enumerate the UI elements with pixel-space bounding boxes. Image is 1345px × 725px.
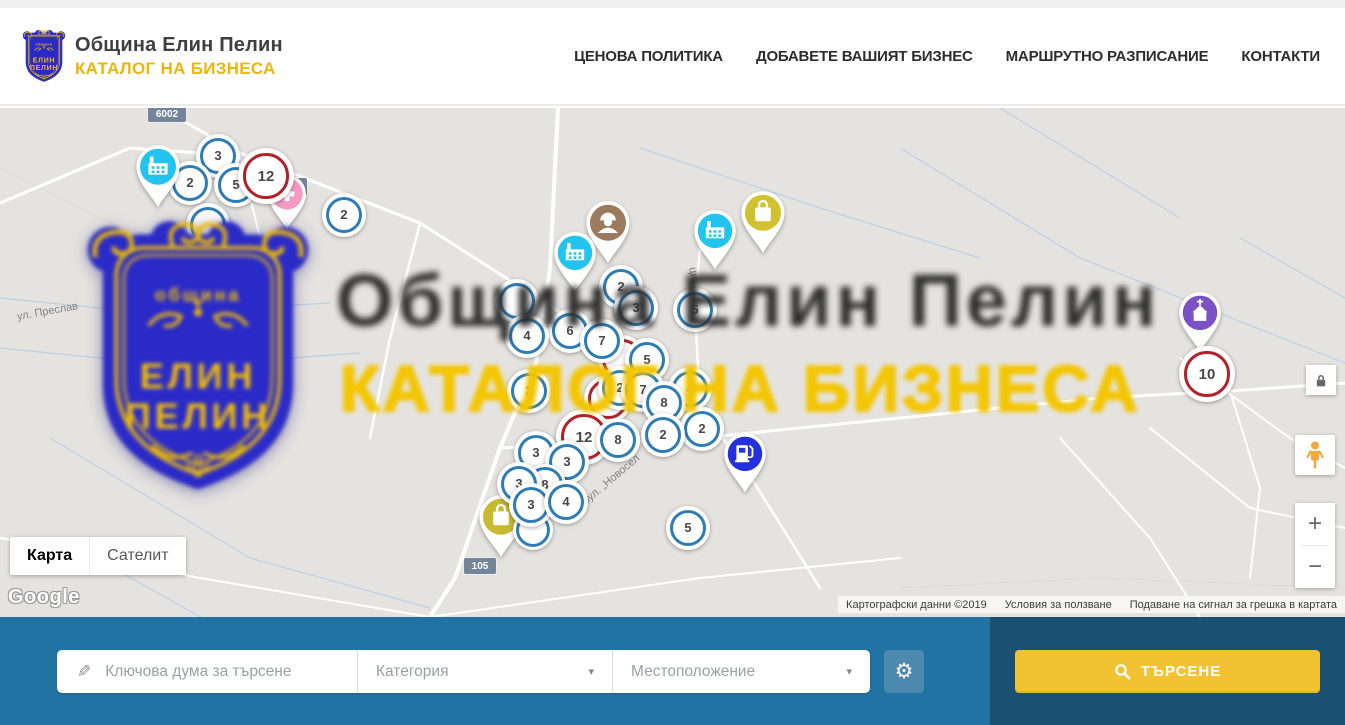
map-cluster[interactable]: 12 bbox=[238, 148, 294, 204]
pegman-button[interactable] bbox=[1295, 435, 1335, 475]
brand-logo[interactable]: община ЕЛИН ПЕЛИН Община Елин Пелин КАТА… bbox=[22, 29, 283, 84]
map-cluster[interactable]: 4 bbox=[544, 480, 588, 524]
map-pin-fuel[interactable] bbox=[720, 429, 771, 495]
map-cluster[interactable]: 5 bbox=[673, 288, 717, 332]
search-button[interactable]: ТЪРСЕНЕ bbox=[1015, 650, 1320, 693]
svg-text:ЕЛИН: ЕЛИН bbox=[33, 57, 55, 64]
location-select[interactable]: Местоположение ▾ bbox=[613, 650, 870, 693]
map-cluster[interactable]: 8 bbox=[596, 418, 640, 462]
map-cluster[interactable]: 2 bbox=[641, 413, 685, 457]
nav-pricing-policy[interactable]: ЦЕНОВА ПОЛИТИКА bbox=[574, 48, 723, 65]
top-strip bbox=[0, 0, 1345, 8]
pegman-icon bbox=[1304, 440, 1326, 470]
zoom-in-button[interactable]: + bbox=[1295, 503, 1335, 545]
location-placeholder: Местоположение bbox=[631, 663, 755, 681]
road-badge: 105 bbox=[464, 558, 496, 574]
map-cluster[interactable]: 3 bbox=[614, 286, 658, 330]
google-logo[interactable]: Google bbox=[8, 586, 80, 609]
terms-of-use-link[interactable]: Условия за ползване bbox=[1005, 599, 1112, 611]
zoom-control: + − bbox=[1295, 503, 1335, 588]
map-view-button[interactable]: Карта bbox=[10, 537, 89, 575]
header: община ЕЛИН ПЕЛИН Община Елин Пелин КАТА… bbox=[0, 8, 1345, 106]
report-map-error-link[interactable]: Подаване на сигнал за грешка в картата bbox=[1130, 599, 1337, 611]
gear-icon: ⚙ bbox=[895, 659, 914, 684]
category-select[interactable]: Категория ▾ bbox=[358, 650, 612, 693]
map-cluster[interactable]: 5 bbox=[666, 506, 710, 550]
zoom-out-button[interactable]: − bbox=[1295, 546, 1335, 588]
brand-subtitle: КАТАЛОГ НА БИЗНЕСА bbox=[75, 59, 283, 79]
search-bar: ✎ Категория ▾ Местоположение ▾ ⚙ bbox=[0, 617, 1345, 725]
nav-add-business[interactable]: ДОБАВЕТЕ ВАШИЯТ БИЗНЕС bbox=[756, 48, 973, 65]
nav-route-schedule[interactable]: МАРШРУТНО РАЗПИСАНИЕ bbox=[1006, 48, 1209, 65]
map-pin-factory[interactable] bbox=[690, 206, 741, 272]
page: община ЕЛИН ПЕЛИН Община Елин Пелин КАТА… bbox=[0, 0, 1345, 725]
svg-text:ПЕЛИН: ПЕЛИН bbox=[30, 65, 58, 72]
category-placeholder: Категория bbox=[376, 663, 448, 681]
map-canvas[interactable]: ул. Преславбул. „Новоселци6002105 325122… bbox=[0, 108, 1345, 617]
map-cluster[interactable]: 4 bbox=[505, 314, 549, 358]
chevron-down-icon: ▾ bbox=[846, 665, 852, 678]
keyword-input[interactable] bbox=[103, 662, 357, 682]
municipality-crest-icon: община ЕЛИН ПЕЛИН bbox=[22, 29, 66, 84]
keyword-field: ✎ bbox=[57, 650, 357, 693]
brand-title: Община Елин Пелин bbox=[75, 34, 283, 57]
map-data-copyright: Картографски данни ©2019 bbox=[846, 599, 987, 611]
map-pin-factory[interactable] bbox=[132, 141, 185, 209]
map-cluster[interactable]: 7 bbox=[580, 319, 624, 363]
map-pin-factory[interactable] bbox=[550, 228, 601, 294]
lock-button[interactable] bbox=[1306, 365, 1336, 395]
map-pin-bag[interactable] bbox=[737, 187, 790, 255]
map-cluster[interactable]: 2 bbox=[322, 193, 366, 237]
road-badge: 6002 bbox=[148, 108, 186, 122]
search-fields: ✎ Категория ▾ Местоположение ▾ bbox=[57, 650, 870, 693]
search-panel: ТЪРСЕНЕ bbox=[990, 617, 1345, 725]
satellite-view-button[interactable]: Сателит bbox=[89, 537, 185, 575]
pencil-icon: ✎ bbox=[77, 662, 91, 682]
lock-icon bbox=[1314, 373, 1328, 388]
main-nav: ЦЕНОВА ПОЛИТИКА ДОБАВЕТЕ ВАШИЯТ БИЗНЕС М… bbox=[574, 48, 1320, 65]
settings-button[interactable]: ⚙ bbox=[884, 650, 924, 693]
map-cluster[interactable]: 10 bbox=[1179, 346, 1235, 402]
map-pin-church[interactable] bbox=[1175, 288, 1226, 354]
search-button-label: ТЪРСЕНЕ bbox=[1141, 663, 1222, 680]
map-type-control: Карта Сателит bbox=[10, 537, 186, 575]
map-attribution: Картографски данни ©2019 Условия за полз… bbox=[838, 596, 1345, 613]
search-icon bbox=[1114, 663, 1131, 680]
map-cluster[interactable]: 2 bbox=[507, 369, 551, 413]
nav-contacts[interactable]: КОНТАКТИ bbox=[1241, 48, 1320, 65]
map-cluster[interactable]: 2 bbox=[680, 407, 724, 451]
map-cluster[interactable] bbox=[186, 203, 230, 247]
chevron-down-icon: ▾ bbox=[588, 665, 594, 678]
